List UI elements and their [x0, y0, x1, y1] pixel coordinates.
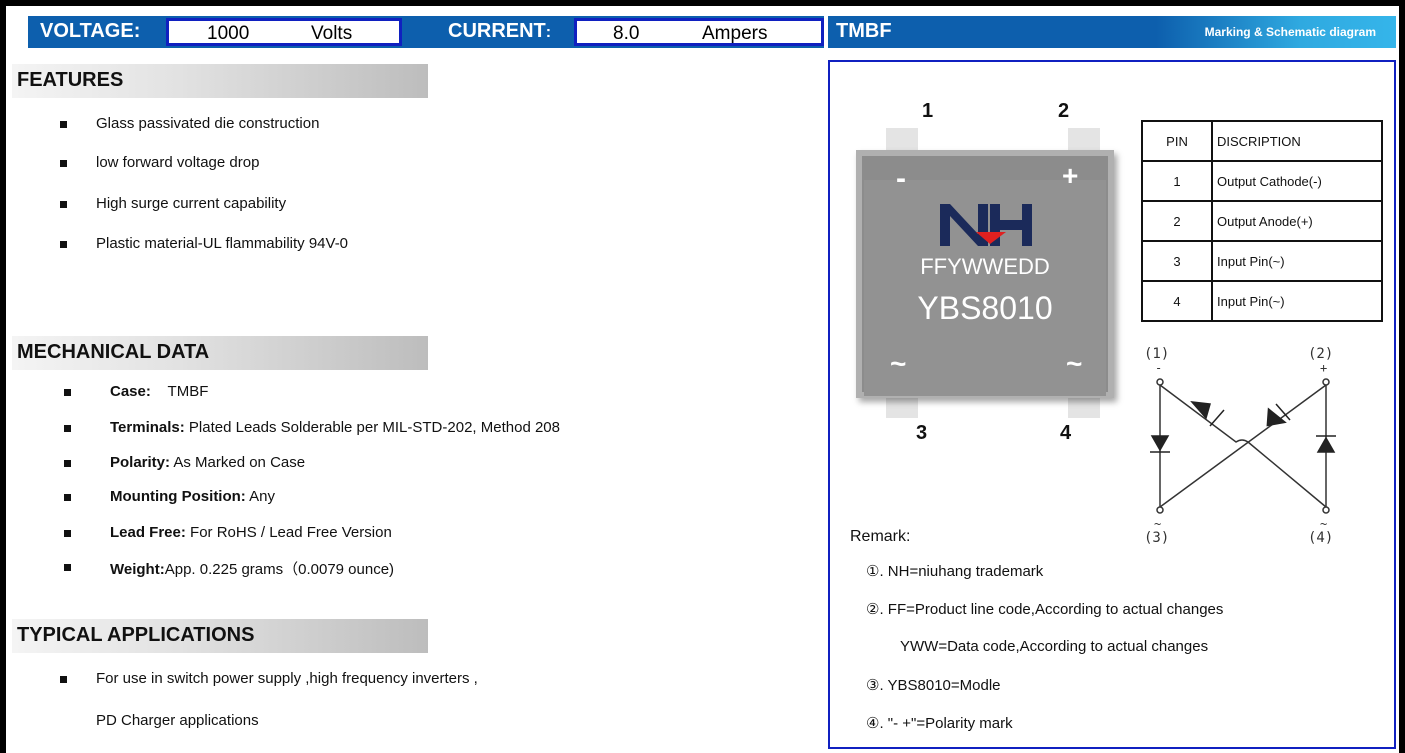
schematic-minus: - [1155, 361, 1162, 375]
schematic-tilde: ~ [1154, 517, 1161, 531]
tilde-mark: ~ [1066, 348, 1083, 379]
bullet-icon [64, 494, 71, 501]
mechanical-item: Case: TMBF [64, 383, 208, 400]
remark-title: Remark: [850, 528, 911, 545]
mechanical-item: Mounting Position: Any [64, 488, 275, 505]
pin-number: 2 [1058, 100, 1070, 122]
schematic-label: (3) [1144, 530, 1169, 546]
applications-heading: TYPICAL APPLICATIONS [12, 619, 428, 653]
mechanical-heading: MECHANICAL DATA [12, 336, 428, 370]
schematic-label: (2) [1308, 346, 1333, 362]
remark-item: ①. NH=niuhang trademark [866, 563, 1044, 580]
feature-item: Glass passivated die construction [60, 115, 319, 132]
bullet-icon [60, 160, 67, 167]
feature-item: High surge current capability [60, 195, 286, 212]
schematic-label: (4) [1308, 530, 1333, 546]
pin-number: 3 [916, 422, 928, 444]
chip-code-line: FFYWWEDD [920, 254, 1050, 279]
voltage-box: 1000 Volts [166, 18, 402, 46]
schematic-plus: + [1320, 361, 1327, 375]
datasheet-page: VOLTAGE: 1000 Volts CURRENT: 8.0 Ampers … [6, 6, 1399, 753]
mechanical-item: Lead Free: For RoHS / Lead Free Version [64, 524, 392, 541]
remark-item: ③. YBS8010=Modle [866, 677, 1001, 694]
schematic-tilde: ~ [1320, 517, 1327, 531]
feature-item: low forward voltage drop [60, 154, 259, 171]
chip-package: - + FFYWWEDD YBS8010 ~ ~ [856, 128, 1114, 418]
voltage-label: VOLTAGE: [40, 20, 141, 42]
bullet-icon [64, 389, 71, 396]
marking-panel: 1 2 3 4 - + FFYWWEDD YBS8010 ~ ~ PIN DIS… [828, 60, 1396, 749]
bullet-icon [64, 530, 71, 537]
mechanical-item: Terminals: Plated Leads Solderable per M… [64, 419, 560, 436]
voltage-value: 1000 [207, 23, 250, 44]
ratings-header-bar: VOLTAGE: 1000 Volts CURRENT: 8.0 Ampers [28, 16, 824, 48]
minus-mark: - [896, 162, 906, 195]
remark-item: YWW=Data code,According to actual change… [900, 638, 1209, 655]
current-unit: Ampers [702, 23, 768, 44]
pin-number: 1 [922, 100, 934, 122]
bullet-icon [64, 425, 71, 432]
bullet-icon [64, 460, 71, 467]
mechanical-item: Polarity: As Marked on Case [64, 454, 305, 471]
mechanical-item: Weight:App. 0.225 grams（0.0079 ounce) [64, 558, 394, 579]
bullet-icon [64, 564, 71, 571]
current-label: CURRENT: [448, 20, 552, 42]
remark-item: ②. FF=Product line code,According to act… [866, 601, 1224, 618]
package-title: TMBF [836, 20, 892, 42]
chip-body: - + FFYWWEDD YBS8010 ~ ~ [856, 150, 1114, 398]
pin-description-table: PIN DISCRIPTION 1 Output Cathode(-) 2 Ou… [1141, 120, 1383, 322]
nh-logo-icon [940, 204, 1032, 246]
bullet-icon [60, 241, 67, 248]
feature-item: Plastic material-UL flammability 94V-0 [60, 235, 348, 252]
table-row: 4 Input Pin(~) [1141, 280, 1383, 322]
bridge-schematic-diagram: (1) (2) (3) (4) - + ~ ~ [1144, 346, 1336, 546]
bullet-icon [60, 121, 67, 128]
tilde-mark: ~ [890, 348, 907, 379]
bullet-icon [60, 201, 67, 208]
diagram-title: Marking & Schematic diagram [1204, 25, 1376, 39]
schematic-label: (1) [1144, 346, 1169, 362]
application-item-continued: PD Charger applications [96, 712, 259, 729]
current-box: 8.0 Ampers [574, 18, 824, 46]
features-heading: FEATURES [12, 64, 428, 98]
current-value: 8.0 [613, 23, 640, 44]
plus-mark: + [1062, 160, 1079, 191]
table-header-row: PIN DISCRIPTION [1141, 120, 1383, 162]
package-header-bar: TMBF Marking & Schematic diagram [828, 16, 1396, 48]
bullet-icon [60, 676, 67, 683]
voltage-unit: Volts [311, 23, 353, 44]
table-row: 1 Output Cathode(-) [1141, 160, 1383, 202]
remark-item: ④. "- +"=Polarity mark [866, 715, 1013, 732]
pin-number: 4 [1060, 422, 1072, 444]
chip-model-line: YBS8010 [917, 290, 1053, 326]
table-row: 2 Output Anode(+) [1141, 200, 1383, 242]
application-item: For use in switch power supply ,high fre… [60, 670, 478, 687]
table-row: 3 Input Pin(~) [1141, 240, 1383, 282]
